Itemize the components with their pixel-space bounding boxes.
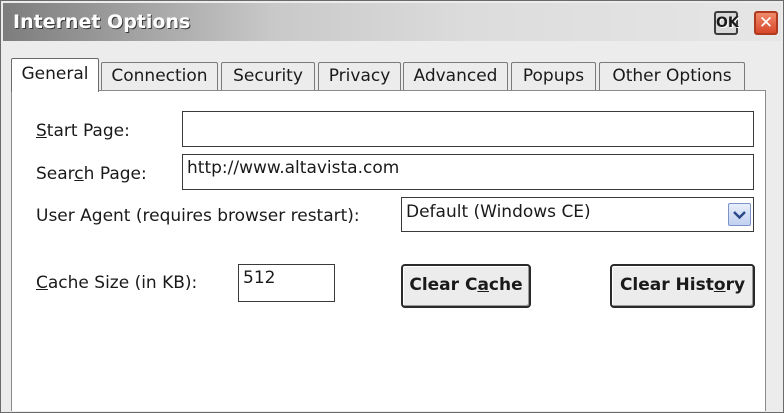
close-button[interactable]: ✕ <box>754 11 778 35</box>
tab-security[interactable]: Security <box>221 62 315 90</box>
general-tab-panel: Start Page: Search Page: http://www.alta… <box>11 90 766 411</box>
clear-history-button[interactable]: Clear History <box>610 264 755 308</box>
user-agent-selected-value: Default (Windows CE) <box>406 202 591 222</box>
tab-popups[interactable]: Popups <box>511 62 596 90</box>
window-title: Internet Options <box>13 11 191 33</box>
clear-cache-button[interactable]: Clear Cache <box>401 264 531 308</box>
tab-connection[interactable]: Connection <box>101 62 218 90</box>
chevron-down-icon <box>733 211 746 220</box>
search-page-label: Search Page: <box>36 164 147 184</box>
title-bar: Internet Options OK ✕ <box>3 3 781 41</box>
tab-advanced[interactable]: Advanced <box>403 62 508 90</box>
internet-options-window: Internet Options OK ✕ General Connection… <box>0 0 784 413</box>
tab-privacy[interactable]: Privacy <box>318 62 401 90</box>
user-agent-select[interactable]: Default (Windows CE) <box>401 197 754 232</box>
cache-size-input[interactable]: 512 <box>238 264 335 302</box>
close-icon: ✕ <box>758 13 774 33</box>
cache-size-label: Cache Size (in KB): <box>36 273 198 293</box>
search-page-input[interactable]: http://www.altavista.com <box>182 154 754 190</box>
ok-button[interactable]: OK <box>714 11 739 35</box>
start-page-label: Start Page: <box>36 121 130 141</box>
tab-other-options[interactable]: Other Options <box>599 62 745 90</box>
user-agent-label: User Agent (requires browser restart): <box>36 206 360 226</box>
start-page-input[interactable] <box>182 111 754 147</box>
dropdown-arrow-button[interactable] <box>728 203 751 226</box>
tab-general[interactable]: General <box>11 58 99 92</box>
